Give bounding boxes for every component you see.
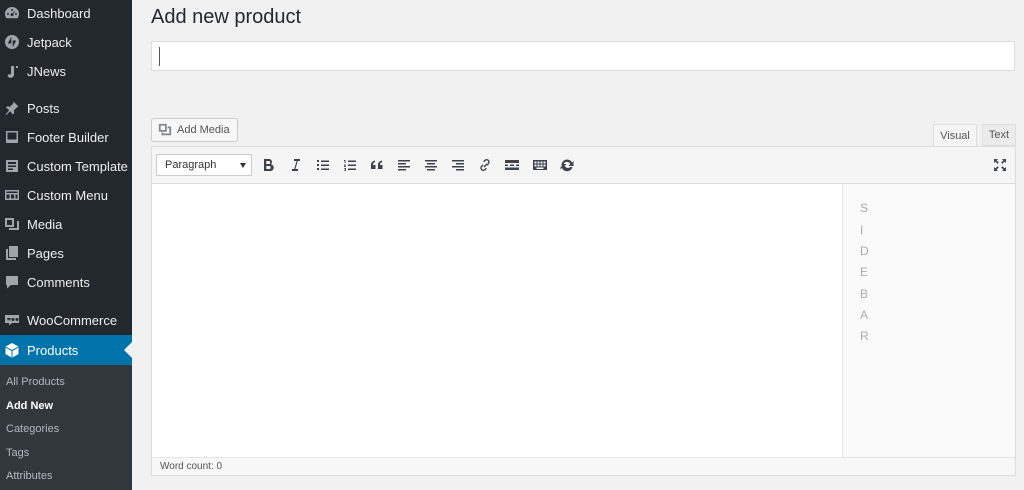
sidebar-preview-letter: D <box>860 244 869 258</box>
align-center-icon[interactable] <box>421 155 441 175</box>
sidebar-preview-letter: R <box>860 329 869 343</box>
add-media-label: Add Media <box>177 124 230 136</box>
italic-icon[interactable] <box>285 155 305 175</box>
sidebar-item-label: Dashboard <box>27 5 91 21</box>
chevron-down-icon <box>240 163 246 168</box>
admin-sidebar: Dashboard Jetpack JNews Posts Footer Bui… <box>0 0 132 490</box>
tab-visual[interactable]: Visual <box>933 124 977 146</box>
sidebar-item-jetpack[interactable]: Jetpack <box>0 28 132 56</box>
align-left-icon[interactable] <box>394 155 414 175</box>
active-menu-arrow <box>124 342 132 358</box>
sidebar-item-label: Media <box>27 216 63 232</box>
sidebar-item-label: Comments <box>27 274 90 290</box>
bold-icon[interactable] <box>258 155 278 175</box>
pin-icon <box>4 100 20 116</box>
editor-content-area[interactable] <box>152 184 842 457</box>
numbered-list-icon[interactable] <box>340 155 360 175</box>
submenu-item-categories[interactable]: Categories <box>6 423 59 435</box>
media-icon <box>4 216 20 232</box>
page-title: Add new product <box>151 6 302 28</box>
paragraph-format-select[interactable]: Paragraph <box>156 154 252 176</box>
submenu-item-attributes[interactable]: Attributes <box>6 470 52 482</box>
sidebar-preview-letter: A <box>860 308 869 322</box>
sidebar-item-label: Products <box>27 342 79 358</box>
sidebar-item-label: JNews <box>27 63 67 79</box>
sidebar-item-label: Custom Menu <box>27 187 108 203</box>
fullscreen-icon[interactable] <box>990 155 1010 175</box>
sidebar-preview-letter: E <box>860 265 869 279</box>
pages-icon <box>4 245 20 261</box>
sidebar-item-woocommerce[interactable]: WooCommerce <box>0 306 132 334</box>
sidebar-item-label: Pages <box>27 245 64 261</box>
format-select-value: Paragraph <box>165 159 217 171</box>
sidebar-item-comments[interactable]: Comments <box>0 268 132 296</box>
blockquote-icon[interactable] <box>367 155 387 175</box>
sidebar-item-products[interactable]: Products <box>0 335 132 365</box>
jnews-icon <box>4 63 20 79</box>
refresh-icon[interactable] <box>557 155 577 175</box>
footer-builder-icon <box>4 129 20 145</box>
add-media-button[interactable]: Add Media <box>151 118 238 142</box>
sidebar-item-media[interactable]: Media <box>0 210 132 238</box>
submenu-item-all-products[interactable]: All Products <box>6 376 65 388</box>
dashboard-icon <box>4 5 20 21</box>
align-right-icon[interactable] <box>448 155 468 175</box>
sidebar-item-label: Custom Template <box>27 158 128 174</box>
sidebar-preview-letter: S <box>860 201 869 215</box>
custom-template-icon <box>4 158 20 174</box>
woocommerce-icon <box>4 312 20 328</box>
sidebar-item-jnews[interactable]: JNews <box>0 57 132 85</box>
products-box-icon <box>4 342 20 358</box>
text-caret <box>159 47 160 66</box>
read-more-icon[interactable] <box>502 155 522 175</box>
sidebar-item-footer-builder[interactable]: Footer Builder <box>0 123 132 151</box>
sidebar-item-custom-menu[interactable]: Custom Menu <box>0 181 132 209</box>
sidebar-preview-letter: I <box>860 223 864 237</box>
toolbar-toggle-icon[interactable] <box>530 155 550 175</box>
sidebar-item-label: Posts <box>27 100 60 116</box>
products-submenu: All Products Add New Categories Tags Att… <box>0 365 132 490</box>
custom-menu-icon <box>4 187 20 203</box>
tab-text[interactable]: Text <box>982 124 1016 146</box>
sidebar-item-dashboard[interactable]: Dashboard <box>0 0 132 27</box>
word-count: Word count: 0 <box>160 461 223 472</box>
comments-icon <box>4 274 20 290</box>
add-media-icon <box>158 123 172 137</box>
sidebar-item-custom-template[interactable]: Custom Template <box>0 152 132 180</box>
sidebar-item-pages[interactable]: Pages <box>0 239 132 267</box>
submenu-item-tags[interactable]: Tags <box>6 447 29 459</box>
link-icon[interactable] <box>475 155 495 175</box>
jetpack-icon <box>4 34 20 50</box>
bullet-list-icon[interactable] <box>313 155 333 175</box>
content-editor: Paragraph S I D E B A R Word count: 0 <box>151 146 1016 476</box>
submenu-item-add-new[interactable]: Add New <box>6 400 53 412</box>
product-title-input[interactable] <box>151 41 1015 71</box>
editor-status-bar: Word count: 0 <box>152 457 1015 475</box>
sidebar-preview-letter: B <box>860 287 869 301</box>
sidebar-item-label: Footer Builder <box>27 129 109 145</box>
sidebar-item-label: WooCommerce <box>27 312 118 328</box>
sidebar-item-label: Jetpack <box>27 34 72 50</box>
sidebar-item-posts[interactable]: Posts <box>0 94 132 122</box>
editor-toolbar: Paragraph <box>152 147 1015 184</box>
sidebar-preview-panel: S I D E B A R <box>842 184 1015 457</box>
